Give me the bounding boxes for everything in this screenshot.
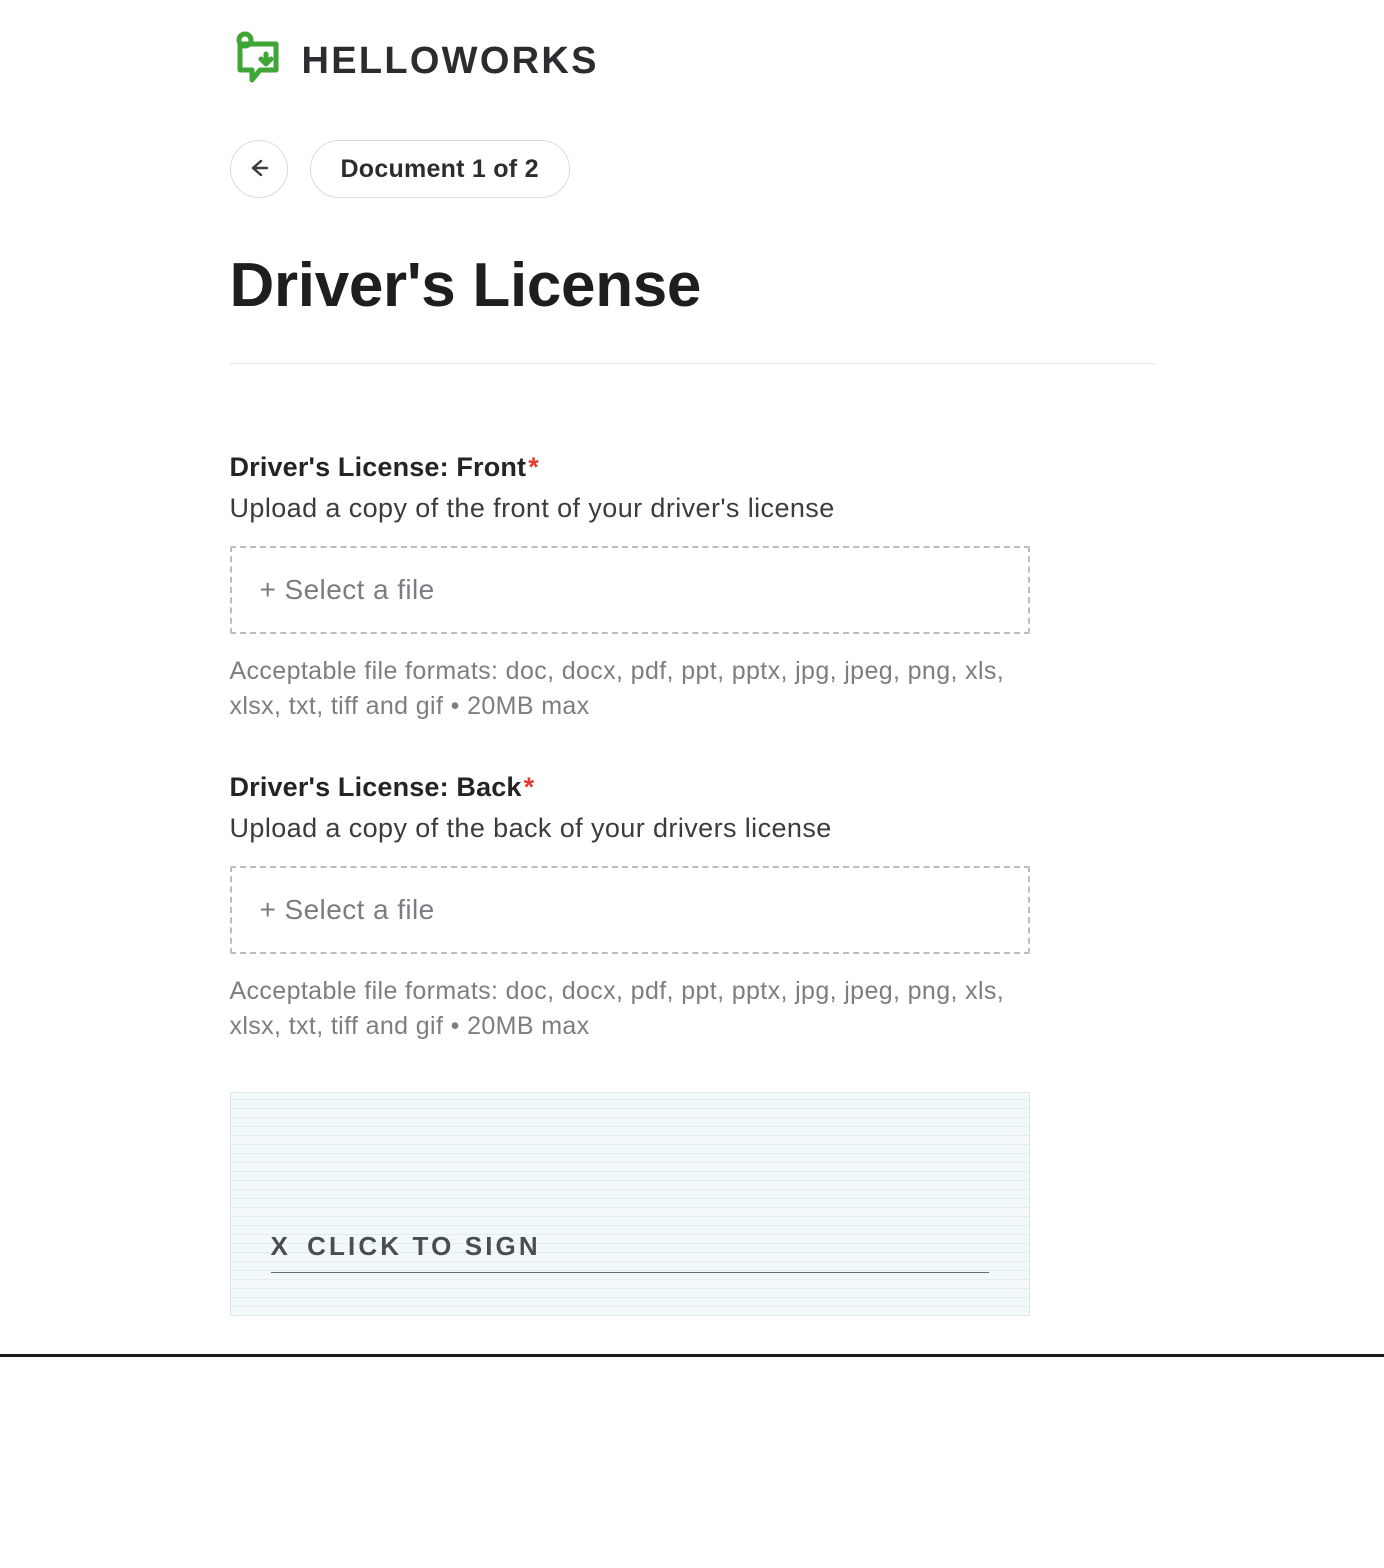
field-front-hint: Acceptable file formats: doc, docx, pdf,… bbox=[230, 654, 1030, 724]
brand-logo: HELLOWORKS bbox=[230, 30, 1155, 92]
field-front-label: Driver's License: Front* bbox=[230, 452, 1155, 483]
back-button[interactable] bbox=[230, 140, 288, 198]
page-bottom-rule bbox=[0, 1354, 1384, 1357]
document-indicator[interactable]: Document 1 of 2 bbox=[310, 140, 570, 198]
signature-x: X bbox=[271, 1231, 290, 1262]
select-file-label: + Select a file bbox=[260, 574, 435, 605]
select-file-label: + Select a file bbox=[260, 894, 435, 925]
field-back: Driver's License: Back* Upload a copy of… bbox=[230, 772, 1155, 1044]
field-back-description: Upload a copy of the back of your driver… bbox=[230, 813, 1155, 844]
brand-name: HELLOWORKS bbox=[302, 40, 599, 83]
arrow-left-icon bbox=[247, 156, 271, 183]
signature-cta: CLICK TO SIGN bbox=[307, 1231, 541, 1262]
select-file-front[interactable]: + Select a file bbox=[230, 546, 1030, 634]
required-star: * bbox=[524, 772, 535, 802]
signature-area[interactable]: X CLICK TO SIGN bbox=[230, 1092, 1030, 1316]
required-star: * bbox=[528, 452, 539, 482]
field-back-label: Driver's License: Back* bbox=[230, 772, 1155, 803]
signature-background bbox=[231, 1093, 1029, 1315]
document-indicator-label: Document 1 of 2 bbox=[341, 155, 539, 184]
field-front-description: Upload a copy of the front of your drive… bbox=[230, 493, 1155, 524]
field-back-hint: Acceptable file formats: doc, docx, pdf,… bbox=[230, 974, 1030, 1044]
page-title: Driver's License bbox=[230, 250, 1155, 321]
select-file-back[interactable]: + Select a file bbox=[230, 866, 1030, 954]
title-divider bbox=[230, 363, 1155, 364]
brand-mark-icon bbox=[230, 30, 292, 92]
field-front: Driver's License: Front* Upload a copy o… bbox=[230, 452, 1155, 724]
